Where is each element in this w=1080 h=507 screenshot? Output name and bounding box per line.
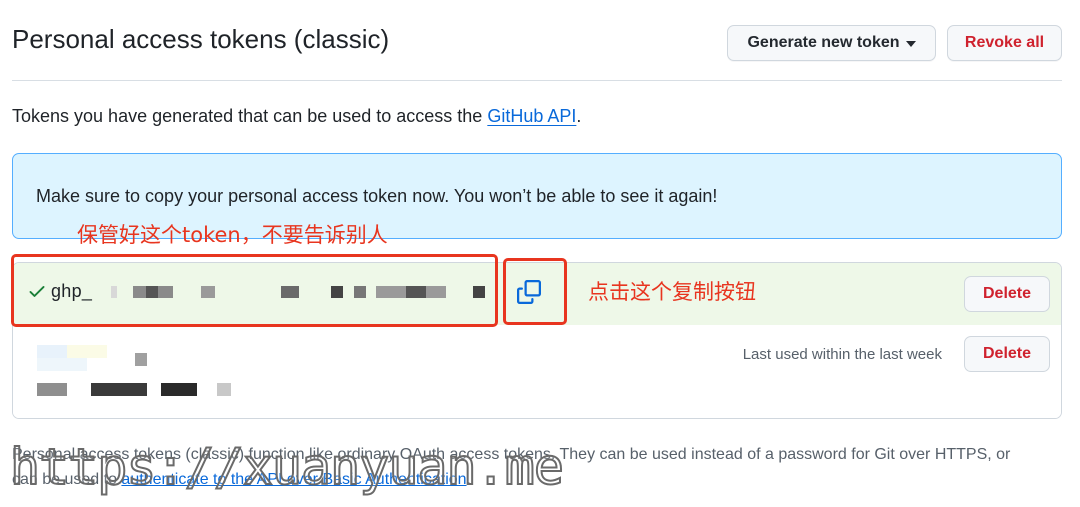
intro-text: Tokens you have generated that can be us…: [12, 106, 581, 127]
revoke-all-button[interactable]: Revoke all: [947, 25, 1062, 61]
basic-auth-link[interactable]: authenticate to the API over Basic Authe…: [121, 471, 466, 488]
page-title: Personal access tokens (classic): [12, 24, 390, 54]
existing-token-row: Last used within the last week Delete: [13, 325, 1061, 418]
delete-token-button[interactable]: Delete: [964, 276, 1050, 312]
copy-token-notice-text: Make sure to copy your personal access t…: [36, 186, 718, 206]
generate-new-token-label: Generate new token: [747, 34, 900, 51]
copy-button-highlight-box: [503, 258, 567, 325]
token-name-redacted[interactable]: [27, 345, 257, 405]
generate-new-token-button[interactable]: Generate new token: [727, 25, 936, 61]
page-header: Personal access tokens (classic) Generat…: [12, 0, 1062, 81]
intro-suffix: .: [576, 106, 582, 126]
intro-body: Tokens you have generated that can be us…: [12, 106, 488, 126]
caret-down-icon: [905, 41, 916, 47]
click-copy-annotation: 点击这个复制按钮: [588, 280, 756, 304]
github-api-link[interactable]: GitHub API: [487, 106, 576, 126]
token-highlight-box: [11, 254, 498, 327]
last-used-text: Last used within the last week: [742, 346, 942, 363]
keep-token-safe-annotation: 保管好这个token，不要告诉别人: [77, 223, 388, 247]
delete-token-button[interactable]: Delete: [964, 336, 1050, 372]
footer-note: Personal access tokens (classic) functio…: [12, 442, 1032, 492]
footer-suffix: .: [466, 471, 471, 488]
